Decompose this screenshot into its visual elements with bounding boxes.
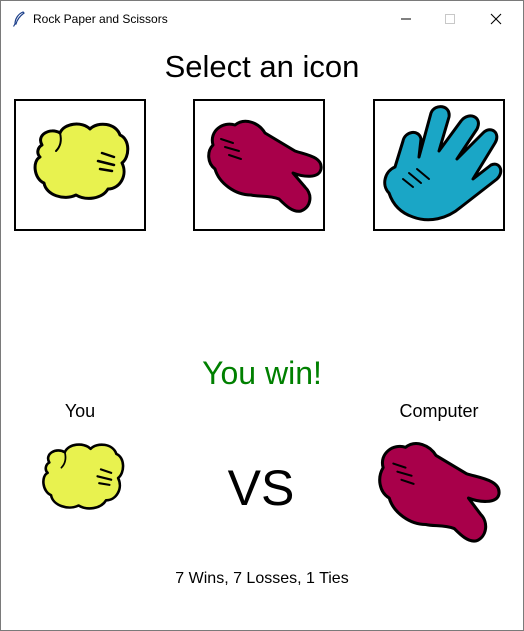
vs-text: VS xyxy=(227,460,295,516)
maximize-icon xyxy=(445,14,455,24)
feather-icon xyxy=(12,11,25,27)
computer-label: Computer xyxy=(399,401,479,421)
close-icon xyxy=(490,13,502,25)
rock-hand-icon xyxy=(33,122,130,200)
you-label: You xyxy=(64,401,96,421)
rock-choice-button[interactable] xyxy=(14,99,146,231)
paper-choice-button[interactable] xyxy=(193,99,325,231)
title-bar[interactable]: Rock Paper and Scissors xyxy=(1,1,523,37)
scissors-choice-button[interactable] xyxy=(373,99,505,231)
computer-paper-hand-icon xyxy=(378,442,501,543)
page-heading: Select an icon xyxy=(164,49,360,84)
maximize-button[interactable] xyxy=(427,1,473,37)
scissors-hand-icon xyxy=(383,105,503,222)
minimize-icon xyxy=(401,18,411,20)
window-title: Rock Paper and Scissors xyxy=(33,12,168,26)
paper-hand-icon xyxy=(207,119,323,213)
close-button[interactable] xyxy=(473,1,519,37)
minimize-button[interactable] xyxy=(383,1,429,37)
score-summary: 7 Wins, 7 Losses, 1 Ties xyxy=(175,570,349,587)
app-window: Rock Paper and Scissors Select an icon Y… xyxy=(0,0,524,631)
result-message: You win! xyxy=(202,355,322,391)
you-rock-hand-icon xyxy=(42,443,125,510)
